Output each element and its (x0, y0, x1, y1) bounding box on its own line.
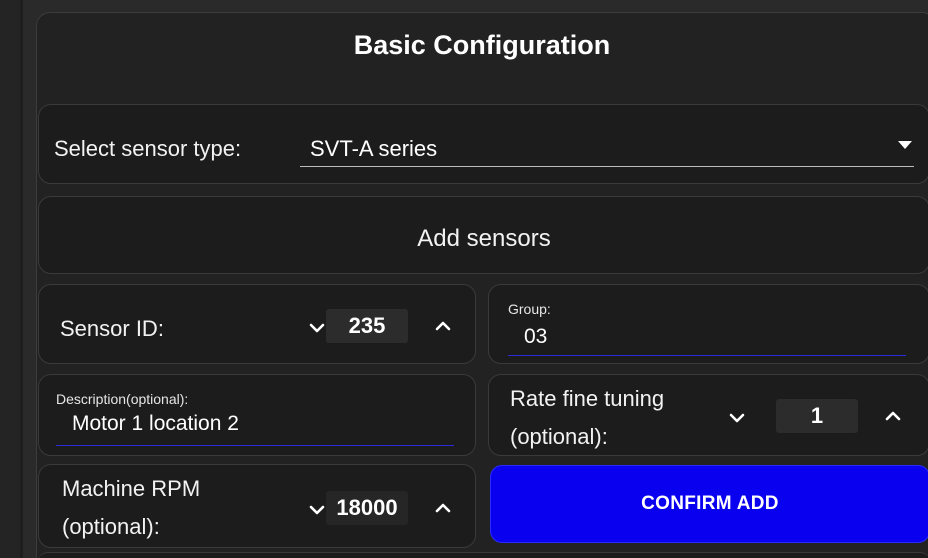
dropdown-caret-icon[interactable] (898, 141, 912, 149)
chevron-down-icon[interactable] (306, 499, 328, 521)
machine-rpm-value[interactable]: 18000 (326, 491, 408, 525)
group-input[interactable]: 03 (524, 325, 547, 349)
sensor-id-label: Sensor ID: (60, 316, 164, 341)
left-rail (0, 0, 20, 558)
description-label: Description(optional): (56, 391, 189, 407)
chevron-up-icon[interactable] (432, 497, 454, 519)
rail-divider (20, 0, 23, 558)
description-input[interactable]: Motor 1 location 2 (72, 412, 239, 436)
machine-rpm-label-line1: Machine RPM (62, 476, 201, 501)
group-card (488, 284, 928, 364)
sensor-type-label: Select sensor type: (54, 136, 242, 161)
group-underline (508, 355, 906, 356)
page-title: Basic Configuration (353, 30, 611, 60)
next-card-edge (38, 552, 928, 558)
group-label: Group: (508, 301, 551, 317)
rate-tuning-label-line1: Rate fine tuning (510, 386, 665, 411)
description-underline (56, 445, 454, 446)
machine-rpm-label-line2: (optional): (62, 514, 160, 539)
chevron-down-icon[interactable] (726, 407, 748, 429)
chevron-up-icon[interactable] (432, 315, 454, 337)
chevron-up-icon[interactable] (882, 405, 904, 427)
rate-tuning-label-line2: (optional): (510, 424, 608, 449)
rate-tuning-value[interactable]: 1 (776, 399, 858, 433)
chevron-down-icon[interactable] (306, 317, 328, 339)
confirm-add-button[interactable]: CONFIRM ADD (490, 465, 928, 543)
sensor-type-select[interactable]: SVT-A series (310, 136, 437, 162)
add-sensors-label: Add sensors (417, 225, 551, 252)
sensor-type-underline (300, 166, 914, 167)
app-window: Basic Configuration Select sensor type: … (0, 0, 928, 558)
sensor-id-value[interactable]: 235 (326, 309, 408, 343)
